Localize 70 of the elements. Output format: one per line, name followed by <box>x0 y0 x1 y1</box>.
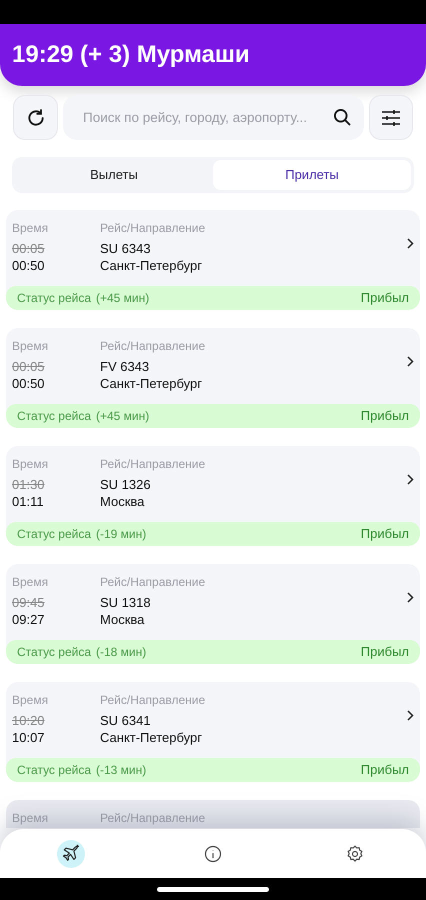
delay-text: (-18 мин) <box>96 644 146 661</box>
flight-number: SU 1326 <box>100 476 152 493</box>
destination-city: Москва <box>100 493 146 510</box>
actual-time: 00:50 <box>12 257 46 274</box>
column-label: Время <box>12 338 50 355</box>
chevron-right-icon <box>407 592 414 603</box>
status-text: Прибыл <box>360 643 409 662</box>
column-label: Время <box>12 456 50 473</box>
sliders-icon <box>381 108 401 126</box>
column-label: Рейс/Направление <box>100 338 206 355</box>
column-label: Время <box>12 810 50 827</box>
tab[interactable]: Вылеты <box>15 160 213 190</box>
actual-time: 00:50 <box>12 375 46 392</box>
delay-text: (-13 мин) <box>96 762 146 779</box>
header-title: 19:29 (+ 3) Мурмаши <box>12 40 250 70</box>
status-text: Прибыл <box>360 761 409 780</box>
scheduled-time: 10:20 <box>12 712 46 729</box>
actual-time: 01:11 <box>12 493 45 510</box>
flight-card[interactable]: Время 00:05 00:50 Рейс/Направление FV 6343 Санкт-Петербург Статус рейса (+45 мин) Прибыл <box>6 328 420 428</box>
flight-card[interactable]: Время 00:05 00:50 Рейс/Направление SU 6343 Санкт-Петербург Статус рейса (+45 мин) Прибыл <box>6 210 420 310</box>
status-label: Статус рейса <box>17 526 91 543</box>
destination-city: Санкт-Петербург <box>100 729 203 746</box>
column-label: Рейс/Направление <box>100 220 206 237</box>
chevron-right-icon <box>407 238 414 249</box>
column-label: Время <box>12 220 50 237</box>
column-label: Рейс/Направление <box>100 574 206 591</box>
status-text: Прибыл <box>360 525 409 544</box>
flight-number: SU 6343 <box>100 240 152 257</box>
status-label: Статус рейса <box>17 762 91 779</box>
destination-city: Санкт-Петербург <box>100 375 203 392</box>
scheduled-time: 00:05 <box>12 240 46 257</box>
flight-card[interactable]: Время 01:30 01:11 Рейс/Направление SU 1326 Москва Статус рейса (-19 мин) Прибыл <box>6 446 420 546</box>
chevron-right-icon <box>407 474 414 485</box>
search-field[interactable]: Поиск по рейсу, городу, аэропорту... <box>63 95 364 140</box>
status-text: Прибыл <box>360 289 409 308</box>
column-label: Рейс/Направление <box>100 692 206 709</box>
flight-card[interactable]: Время 10:20 10:07 Рейс/Направление SU 6341 Санкт-Петербург Статус рейса (-13 мин) Прибыл <box>6 682 420 782</box>
search-icon <box>332 107 352 127</box>
delay-text: (-19 мин) <box>96 526 146 543</box>
actual-time: 09:27 <box>12 611 46 628</box>
flight-number: SU 1318 <box>100 594 152 611</box>
actual-time: 10:07 <box>12 729 46 746</box>
nav-tab[interactable] <box>57 840 85 868</box>
column-label: Рейс/Направление <box>100 456 206 473</box>
status-label: Статус рейса <box>17 290 91 307</box>
settings-icon <box>345 844 365 864</box>
tab[interactable]: Прилеты <box>213 160 411 190</box>
status-text: Прибыл <box>360 407 409 426</box>
column-label: Рейс/Направление <box>100 810 206 827</box>
status-label: Статус рейса <box>17 644 91 661</box>
scheduled-time: 00:05 <box>12 358 46 375</box>
scheduled-time: 01:30 <box>12 476 46 493</box>
destination-city: Санкт-Петербург <box>100 257 203 274</box>
info-icon <box>203 844 223 864</box>
delay-text: (+45 мин) <box>96 290 150 307</box>
column-label: Время <box>12 574 50 591</box>
flight-number: SU 6341 <box>100 712 152 729</box>
flight-number: FV 6343 <box>100 358 150 375</box>
refresh-button[interactable] <box>13 95 58 140</box>
chevron-right-icon <box>407 356 414 367</box>
filter-button[interactable] <box>369 95 413 140</box>
destination-city: Москва <box>100 611 146 628</box>
airplane-icon <box>61 844 81 864</box>
flight-card[interactable]: Время 09:45 09:27 Рейс/Направление SU 1318 Москва Статус рейса (-18 мин) Прибыл <box>6 564 420 664</box>
chevron-right-icon <box>407 710 414 721</box>
delay-text: (+45 мин) <box>96 408 150 425</box>
column-label: Время <box>12 692 50 709</box>
scheduled-time: 09:45 <box>12 594 46 611</box>
status-label: Статус рейса <box>17 408 91 425</box>
refresh-icon <box>26 108 46 128</box>
